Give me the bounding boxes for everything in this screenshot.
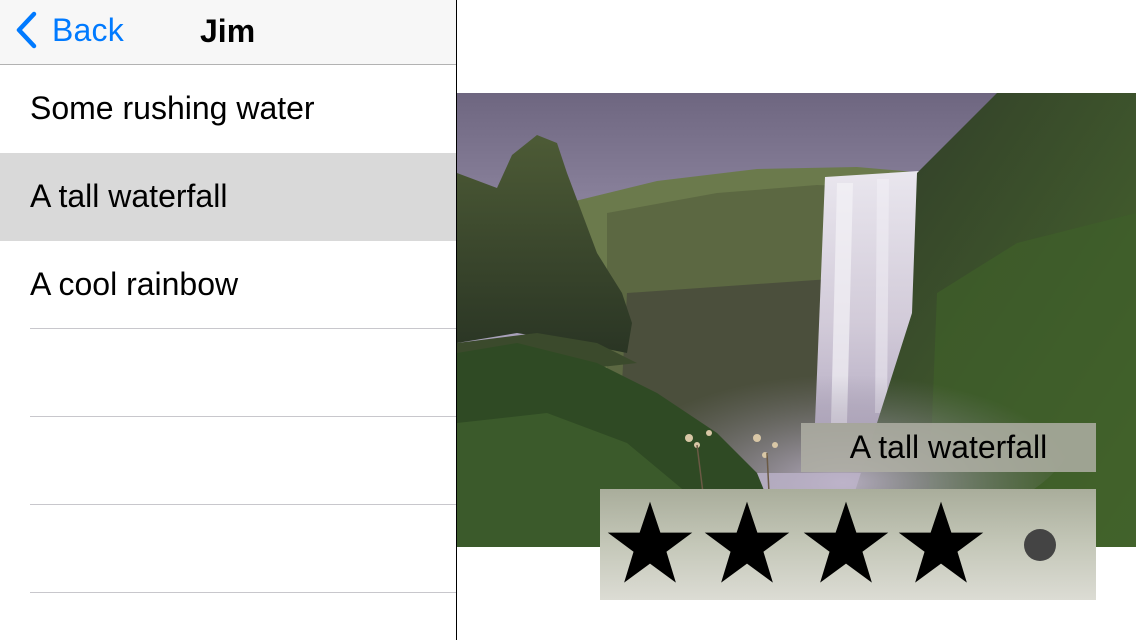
list-item-label: A cool rainbow [30, 266, 239, 302]
list-item-label: A tall waterfall [30, 178, 228, 214]
empty-row [0, 417, 456, 505]
back-button[interactable]: Back [14, 8, 124, 52]
chevron-left-icon [16, 11, 37, 49]
detail-pane: A tall waterfall [457, 0, 1136, 640]
back-button-label: Back [52, 11, 124, 48]
star-rating[interactable] [600, 489, 1096, 600]
star-icon[interactable] [802, 495, 890, 591]
star-icon[interactable] [897, 495, 985, 591]
list-item-label: Some rushing water [30, 90, 315, 126]
page-title: Jim [200, 13, 256, 49]
list-item-selected[interactable]: A tall waterfall [0, 153, 456, 241]
empty-row [0, 329, 456, 417]
star-icon[interactable] [703, 495, 791, 591]
master-pane: Back Jim Some rushing water A tall water… [0, 0, 456, 640]
navigation-bar: Back Jim [0, 0, 456, 65]
waterfall-photo [457, 93, 1136, 547]
empty-rating-dot[interactable] [1024, 529, 1056, 561]
list-item[interactable]: Some rushing water [0, 65, 456, 153]
row-separator [30, 592, 456, 593]
photo-list: Some rushing water A tall waterfall A co… [0, 65, 456, 593]
empty-row [0, 505, 456, 593]
photo-caption: A tall waterfall [801, 423, 1096, 472]
star-icon[interactable] [606, 495, 694, 591]
list-item[interactable]: A cool rainbow [0, 241, 456, 329]
